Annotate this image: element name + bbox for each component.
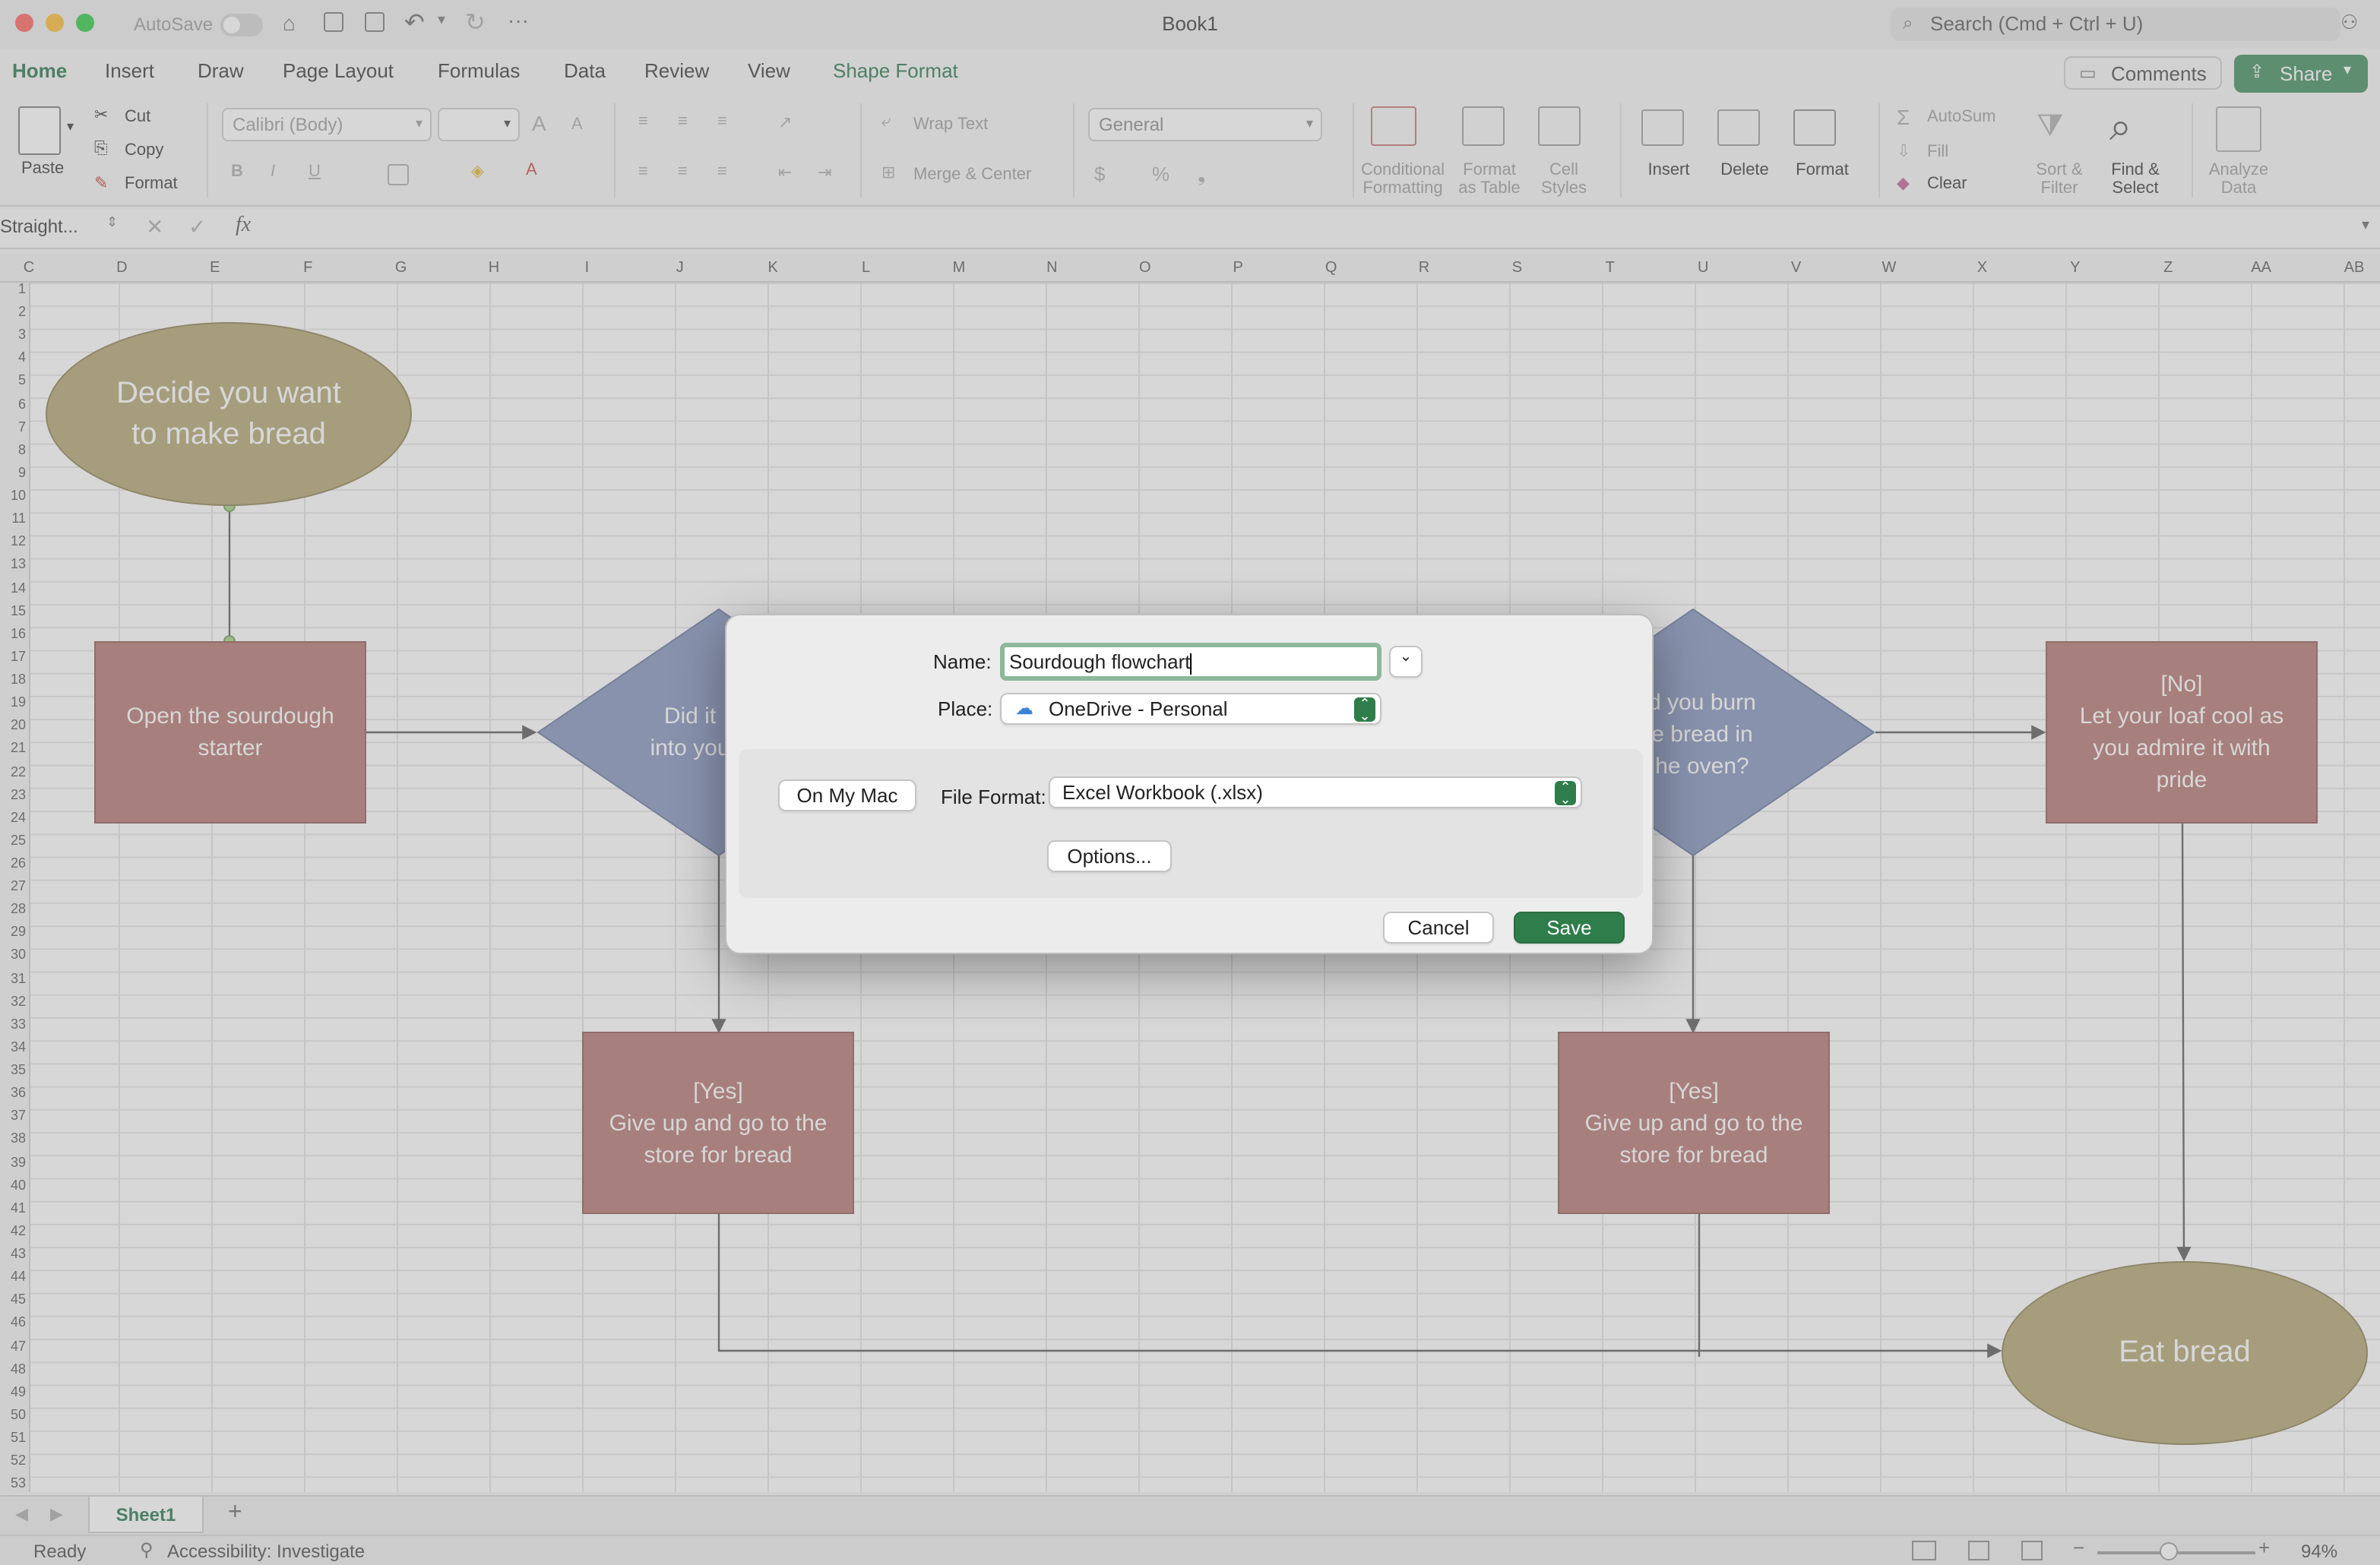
place-stepper-icon: ⌃ ⌄ — [1354, 697, 1375, 722]
excel-window: AutoSave ⌂ ↶ ▾ ↻ ··· Book1 ⌕ Search (Cmd… — [0, 0, 2380, 1565]
file-format-stepper-icon: ⌃ ⌄ — [1555, 780, 1576, 806]
name-label: Name: — [933, 650, 992, 673]
file-format-label: File Format: — [941, 786, 1046, 808]
options-button[interactable]: Options... — [1047, 840, 1172, 872]
save-button[interactable]: Save — [1514, 912, 1625, 944]
cancel-button[interactable]: Cancel — [1383, 912, 1494, 944]
chevron-down-icon: ⌄ — [1399, 649, 1413, 666]
onedrive-cloud-icon: ☁ — [1015, 697, 1033, 719]
expand-dialog-button[interactable]: ⌄ — [1389, 646, 1423, 678]
place-select[interactable]: ☁ OneDrive - Personal ⌃ ⌄ — [1000, 693, 1381, 725]
file-name-input[interactable]: Sourdough flowchart — [1000, 643, 1381, 681]
file-format-value: Excel Workbook (.xlsx) — [1062, 781, 1263, 804]
file-name-value: Sourdough flowchart — [1009, 650, 1191, 673]
dialog-format-panel: On My Mac File Format: Excel Workbook (.… — [739, 749, 1643, 898]
save-dialog: Name: Sourdough flowchart ⌄ Place: ☁ One… — [725, 614, 1654, 954]
place-value: OneDrive - Personal — [1049, 697, 1228, 720]
on-my-mac-button[interactable]: On My Mac — [778, 779, 916, 811]
place-label: Place: — [938, 697, 993, 720]
file-format-select[interactable]: Excel Workbook (.xlsx) ⌃ ⌄ — [1049, 776, 1582, 808]
